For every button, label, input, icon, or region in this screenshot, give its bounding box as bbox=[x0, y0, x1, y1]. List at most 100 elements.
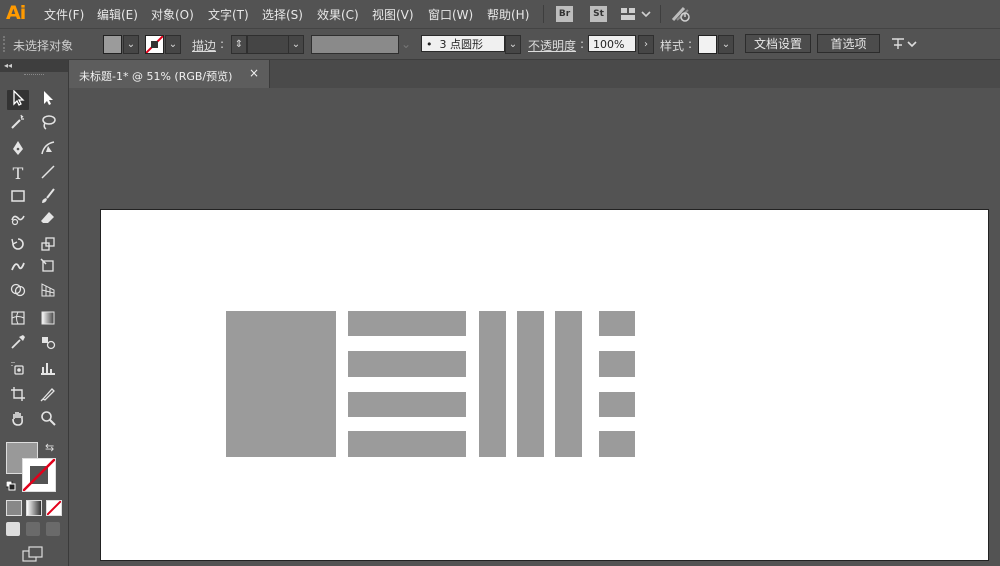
fill-dropdown-chevron-icon[interactable]: ⌄ bbox=[123, 35, 139, 54]
brush-dropdown-chevron-icon[interactable]: ⌄ bbox=[505, 35, 521, 54]
type-tool-icon[interactable]: T bbox=[7, 164, 29, 184]
no-stroke-icon bbox=[146, 36, 163, 53]
menu-edit[interactable]: 编辑(E) bbox=[97, 6, 138, 23]
menu-type[interactable]: 文字(T) bbox=[208, 6, 249, 23]
default-fill-stroke-icon[interactable] bbox=[5, 480, 16, 494]
perspective-grid-tool-icon[interactable] bbox=[37, 282, 59, 302]
none-slash-icon bbox=[47, 501, 61, 515]
stroke-color-box[interactable] bbox=[22, 458, 56, 492]
style-label: 样式 bbox=[660, 39, 685, 53]
horizontal-bar-shape[interactable] bbox=[348, 351, 466, 377]
no-stroke-slash-icon bbox=[23, 459, 55, 491]
selection-tool-icon[interactable] bbox=[7, 89, 29, 110]
shaper-tool-icon[interactable] bbox=[7, 210, 29, 230]
mesh-tool-icon[interactable] bbox=[7, 310, 29, 330]
horizontal-bar-shape[interactable] bbox=[348, 311, 466, 336]
opacity-label[interactable]: 不透明度 bbox=[528, 37, 576, 54]
swap-fill-stroke-icon[interactable]: ⇆ bbox=[45, 441, 54, 454]
stroke-label[interactable]: 描边 bbox=[192, 37, 216, 54]
menu-window[interactable]: 窗口(W) bbox=[428, 6, 473, 23]
canvas-workspace[interactable] bbox=[69, 88, 1000, 566]
gradient-tool-icon[interactable] bbox=[37, 310, 59, 330]
draw-behind-button[interactable] bbox=[26, 522, 40, 536]
opacity-input[interactable]: 100% bbox=[588, 35, 636, 52]
horizontal-bar-shape[interactable] bbox=[348, 392, 466, 417]
menu-divider bbox=[660, 5, 661, 23]
document-setup-button[interactable]: 文档设置 bbox=[745, 34, 811, 53]
stroke-weight-chevron-icon[interactable]: ⌄ bbox=[288, 35, 304, 54]
gpu-performance-icon[interactable] bbox=[670, 4, 692, 27]
hand-tool-icon[interactable] bbox=[7, 410, 29, 430]
artboard[interactable] bbox=[100, 209, 989, 561]
graphic-style-swatch[interactable] bbox=[698, 35, 717, 54]
menu-object[interactable]: 对象(O) bbox=[151, 6, 194, 23]
paintbrush-tool-icon[interactable] bbox=[37, 188, 59, 208]
free-transform-tool-icon[interactable] bbox=[37, 258, 59, 278]
magic-wand-tool-icon[interactable] bbox=[7, 114, 29, 134]
bridge-button[interactable]: Br bbox=[556, 6, 573, 22]
menu-view[interactable]: 视图(V) bbox=[372, 6, 414, 23]
curvature-tool-icon[interactable] bbox=[37, 140, 59, 160]
small-rectangle-shape[interactable] bbox=[599, 431, 635, 457]
app-logo[interactable]: Ai bbox=[6, 2, 26, 24]
blend-tool-icon[interactable] bbox=[37, 334, 59, 354]
draw-normal-button[interactable] bbox=[6, 522, 20, 536]
profile-chevron-icon[interactable]: ⌄ bbox=[401, 37, 411, 51]
workspace-layout-icon[interactable] bbox=[620, 6, 652, 25]
eyedropper-tool-icon[interactable] bbox=[7, 334, 29, 354]
artboard-tool-icon[interactable] bbox=[7, 386, 29, 406]
rectangle-tool-icon[interactable] bbox=[7, 188, 29, 208]
vertical-bar-shape[interactable] bbox=[479, 311, 506, 457]
scale-tool-icon[interactable] bbox=[37, 236, 59, 256]
gradient-mode-button[interactable] bbox=[26, 500, 42, 516]
tools-panel-collapse-icon[interactable]: ◂◂ bbox=[0, 60, 68, 72]
line-segment-tool-icon[interactable] bbox=[37, 164, 59, 184]
stock-button[interactable]: St bbox=[590, 6, 607, 22]
style-dropdown-chevron-icon[interactable]: ⌄ bbox=[718, 35, 734, 54]
large-rectangle-shape[interactable] bbox=[226, 311, 336, 457]
lasso-tool-icon[interactable] bbox=[37, 114, 59, 134]
horizontal-bar-shape[interactable] bbox=[348, 431, 466, 457]
change-screen-mode-icon[interactable] bbox=[22, 546, 44, 565]
menu-select[interactable]: 选择(S) bbox=[262, 6, 303, 23]
eraser-tool-icon[interactable] bbox=[37, 210, 59, 230]
brush-definition-field[interactable]: • 3 点圆形 bbox=[421, 35, 505, 52]
opacity-arrow-icon[interactable]: › bbox=[638, 35, 654, 54]
zoom-tool-icon[interactable] bbox=[37, 410, 59, 430]
none-mode-button[interactable] bbox=[46, 500, 62, 516]
close-tab-icon[interactable]: × bbox=[249, 66, 259, 80]
stroke-weight-input[interactable] bbox=[247, 35, 289, 54]
document-tab[interactable]: 未标题-1* @ 51% (RGB/预览) × bbox=[69, 60, 270, 88]
control-bar-grip[interactable] bbox=[3, 36, 8, 52]
document-tab-title: 未标题-1* @ 51% (RGB/预览) bbox=[79, 70, 233, 83]
tools-panel-grip[interactable] bbox=[24, 74, 44, 78]
warp-tool-icon[interactable] bbox=[7, 258, 29, 278]
rotate-tool-icon[interactable] bbox=[7, 236, 29, 256]
small-rectangle-shape[interactable] bbox=[599, 392, 635, 417]
small-rectangle-shape[interactable] bbox=[599, 311, 635, 336]
pen-tool-icon[interactable] bbox=[7, 140, 29, 160]
slice-tool-icon[interactable] bbox=[37, 386, 59, 406]
vertical-bar-shape[interactable] bbox=[517, 311, 544, 457]
draw-inside-button[interactable] bbox=[46, 522, 60, 536]
preferences-button[interactable]: 首选项 bbox=[817, 34, 880, 53]
symbol-sprayer-tool-icon[interactable] bbox=[7, 360, 29, 380]
stroke-color-swatch[interactable] bbox=[145, 35, 164, 54]
direct-selection-tool-icon[interactable] bbox=[37, 90, 59, 110]
stroke-weight-stepper[interactable]: ⇕ bbox=[231, 35, 247, 54]
shape-builder-tool-icon[interactable] bbox=[7, 282, 29, 302]
stroke-colon: : bbox=[220, 37, 225, 51]
control-bar: 未选择对象 ⌄ ⌄ 描边 : ⇕ ⌄ ⌄ • 3 点圆形 ⌄ 不透明度 : 10… bbox=[0, 29, 1000, 60]
small-rectangle-shape[interactable] bbox=[599, 351, 635, 377]
stroke-dropdown-chevron-icon[interactable]: ⌄ bbox=[165, 35, 181, 54]
menu-help[interactable]: 帮助(H) bbox=[487, 6, 529, 23]
menu-effect[interactable]: 效果(C) bbox=[317, 6, 359, 23]
variable-width-profile[interactable] bbox=[311, 35, 399, 54]
brush-value: 3 点圆形 bbox=[439, 38, 483, 51]
menu-file[interactable]: 文件(F) bbox=[44, 6, 84, 23]
vertical-bar-shape[interactable] bbox=[555, 311, 582, 457]
arrange-documents-icon[interactable] bbox=[890, 36, 920, 55]
fill-color-swatch[interactable] bbox=[103, 35, 122, 54]
column-graph-tool-icon[interactable] bbox=[37, 360, 59, 380]
color-mode-button[interactable] bbox=[6, 500, 22, 516]
